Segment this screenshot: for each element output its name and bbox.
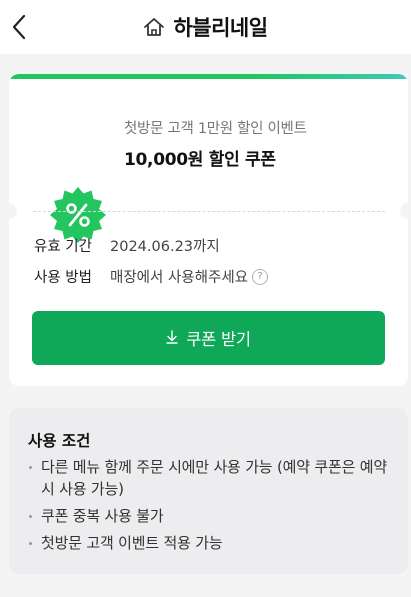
question-circle-icon[interactable]: ? <box>252 268 269 285</box>
conditions-list: 다른 메뉴 함께 주문 시에만 사용 가능 (예약 쿠폰은 예약시 사용 가능)… <box>28 456 388 559</box>
ticket-notch-right <box>400 203 411 219</box>
condition-item: 다른 메뉴 함께 주문 시에만 사용 가능 (예약 쿠폰은 예약시 사용 가능) <box>28 456 388 500</box>
validity-row: 유효 기간 2024.06.23까지 <box>34 235 220 256</box>
get-coupon-button[interactable]: 쿠폰 받기 <box>32 311 385 365</box>
top-nav-bar: 하블리네일 <box>0 0 411 54</box>
coupon-title: 10,000원 할인 쿠폰 <box>124 150 276 170</box>
condition-item: 첫방문 고객 이벤트 적용 가능 <box>28 532 388 554</box>
download-icon <box>166 329 178 347</box>
home-icon[interactable] <box>143 16 165 38</box>
usage-conditions-card: 사용 조건 다른 메뉴 함께 주문 시에만 사용 가능 (예약 쿠폰은 예약시 … <box>9 408 408 574</box>
usage-row: 사용 방법 매장에서 사용해주세요 ? <box>34 266 269 287</box>
usage-label: 사용 방법 <box>34 270 92 286</box>
event-name: 첫방문 고객 1만원 할인 이벤트 <box>124 121 307 137</box>
validity-value: 2024.06.23까지 <box>110 239 220 255</box>
usage-value: 매장에서 사용해주세요 <box>110 270 249 286</box>
coupon-accent-bar <box>9 74 408 79</box>
header-title-group: 하블리네일 <box>0 0 411 54</box>
condition-item: 쿠폰 중복 사용 불가 <box>28 505 388 527</box>
conditions-title: 사용 조건 <box>28 432 91 450</box>
ticket-divider <box>33 211 385 212</box>
ticket-notch-left <box>1 203 17 219</box>
validity-label: 유효 기간 <box>34 239 92 255</box>
page-title: 하블리네일 <box>173 16 268 40</box>
get-coupon-label: 쿠폰 받기 <box>186 330 251 349</box>
